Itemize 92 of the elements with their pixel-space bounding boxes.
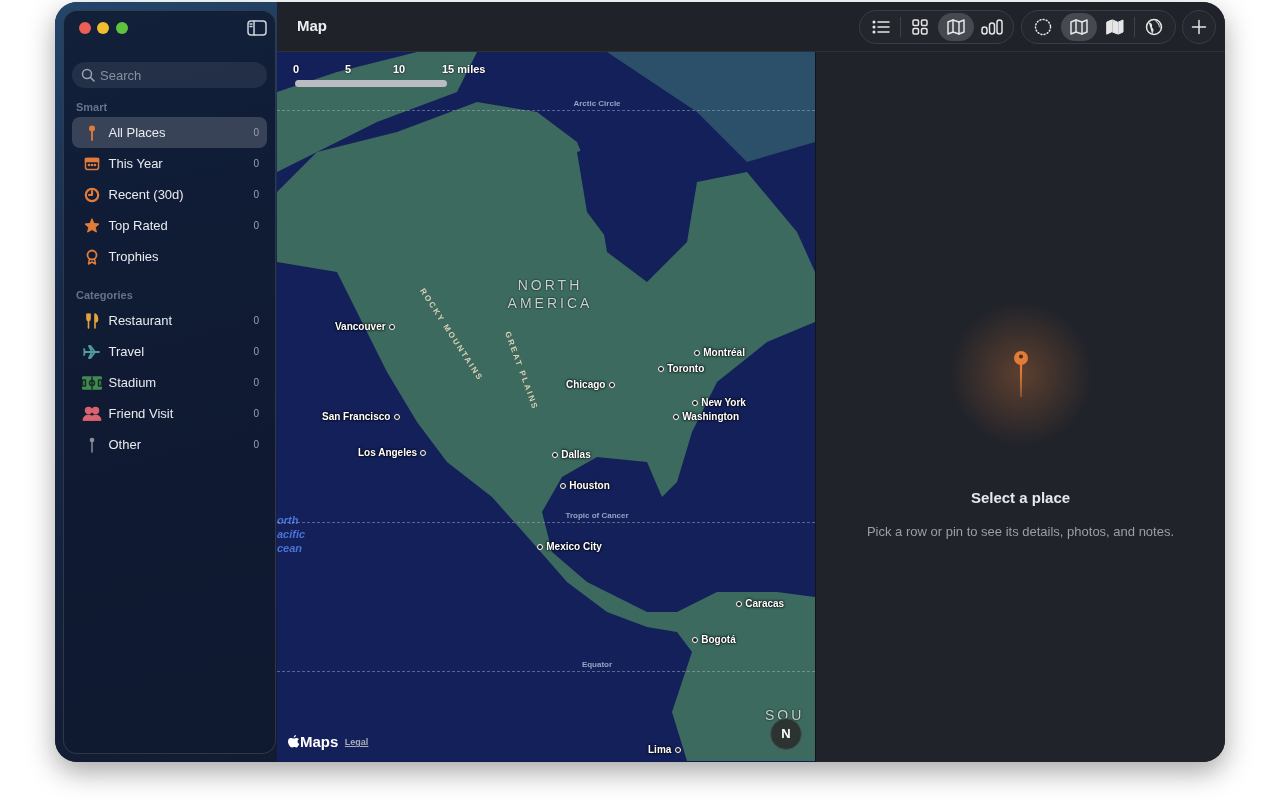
city-label: Bogotá	[701, 633, 736, 647]
item-count: 0	[253, 126, 259, 140]
item-label: All Places	[108, 123, 166, 142]
location-dot[interactable]	[658, 365, 664, 372]
scale-label: 10	[393, 62, 406, 77]
city-label: Montréal	[703, 346, 745, 360]
item-count: 0	[253, 188, 259, 202]
map-icon	[1069, 18, 1088, 35]
location-dot[interactable]	[692, 399, 698, 406]
location-dot[interactable]	[608, 381, 615, 388]
location-dot[interactable]	[694, 349, 700, 356]
bar-chart-icon	[981, 18, 1003, 35]
location-dot[interactable]	[692, 636, 698, 643]
item-label: This Year	[108, 154, 163, 173]
close-button[interactable]	[78, 22, 91, 34]
item-label: Recent (30d)	[108, 185, 184, 204]
plus-icon	[1191, 18, 1207, 35]
sidebar-item[interactable]: All Places 0	[72, 117, 267, 148]
sidebar-item[interactable]: Travel 0	[72, 336, 267, 367]
sidebar-item[interactable]: Restaurant 0	[72, 305, 267, 336]
sidebar-icon	[247, 20, 267, 36]
item-count: 0	[253, 219, 259, 233]
city-label: New York	[701, 396, 746, 410]
city-label: Chicago	[566, 378, 606, 392]
sidebar-item[interactable]: Stadium 0	[72, 367, 267, 398]
sidebar-toggle-button[interactable]	[247, 20, 267, 36]
map-button[interactable]	[938, 12, 974, 41]
location-dot[interactable]	[388, 323, 395, 330]
sidebar-item[interactable]: Top Rated 0	[72, 210, 267, 241]
item-label: Trophies	[108, 247, 159, 266]
window-title: Map	[297, 16, 327, 37]
item-label: Restaurant	[108, 311, 173, 330]
filled-map-icon	[1105, 18, 1124, 35]
location-dot[interactable]	[393, 413, 400, 420]
scale-label: 5	[345, 62, 352, 77]
city-label: Dallas	[561, 448, 591, 462]
item-count: 0	[253, 314, 259, 328]
globe-icon	[1144, 17, 1163, 36]
legal-link[interactable]: Legal	[344, 736, 369, 750]
item-label: Travel	[108, 342, 145, 361]
zoom-button[interactable]	[115, 22, 128, 34]
location-dot[interactable]	[560, 482, 566, 489]
location-dot[interactable]	[673, 413, 679, 420]
latitude-label: Tropic of Cancer	[565, 510, 629, 522]
grid-icon	[912, 18, 928, 35]
item-label: Stadium	[108, 373, 157, 392]
city-label: Toronto	[667, 362, 705, 376]
scale-label: 15 miles	[442, 62, 486, 77]
add-button[interactable]	[1182, 9, 1216, 44]
search-icon	[81, 68, 95, 82]
city-label: Lima	[648, 743, 672, 757]
region-label: NORTH AMERICA	[506, 276, 594, 312]
sidebar-item[interactable]: This Year 0	[72, 148, 267, 179]
location-dot[interactable]	[674, 746, 681, 753]
sidebar-item[interactable]: Recent (30d) 0	[72, 179, 267, 210]
latitude-label: Arctic Circle	[573, 98, 621, 110]
item-count: 0	[253, 345, 259, 359]
item-label: Other	[108, 435, 141, 454]
location-dot[interactable]	[420, 449, 427, 456]
location-dot[interactable]	[537, 543, 543, 550]
sidebar-item[interactable]: Friend Visit 0	[72, 398, 267, 429]
sidebar-item[interactable]: Trophies	[72, 241, 267, 272]
maps-brand-label: Maps	[300, 731, 339, 752]
item-label: Top Rated	[108, 216, 168, 235]
map-icon	[947, 18, 965, 35]
city-label: Vancouver	[335, 320, 386, 334]
item-count: 0	[253, 376, 259, 390]
map-button[interactable]	[1060, 12, 1097, 41]
scale-label: 0	[293, 62, 300, 77]
city-label: Washington	[682, 410, 740, 424]
location-dot[interactable]	[552, 451, 558, 458]
latitude-label: Equator	[581, 659, 613, 671]
item-count: 0	[253, 157, 259, 171]
city-label: San Francisco	[322, 410, 391, 424]
city-label: Mexico City	[546, 540, 602, 554]
sidebar-item[interactable]: Other 0	[72, 429, 267, 460]
city-label: Caracas	[745, 597, 785, 611]
section-header: Smart	[75, 100, 109, 115]
ocean-label: orth acific cean	[277, 513, 307, 555]
dotted-circle-icon	[1033, 17, 1052, 36]
section-header: Categories	[75, 288, 134, 303]
item-count: 0	[253, 438, 259, 452]
city-label: Houston	[569, 479, 610, 493]
list-icon	[872, 18, 890, 35]
item-count: 0	[253, 407, 259, 421]
city-label: Los Angeles	[358, 446, 418, 460]
empty-state-title: Select a place	[970, 488, 1071, 508]
minimize-button[interactable]	[97, 22, 109, 34]
location-dot[interactable]	[736, 600, 742, 607]
empty-state-message: Pick a row or pin to see its details, photos, and notes.	[866, 522, 1175, 541]
item-label: Friend Visit	[108, 404, 174, 423]
apple-icon	[288, 734, 300, 749]
